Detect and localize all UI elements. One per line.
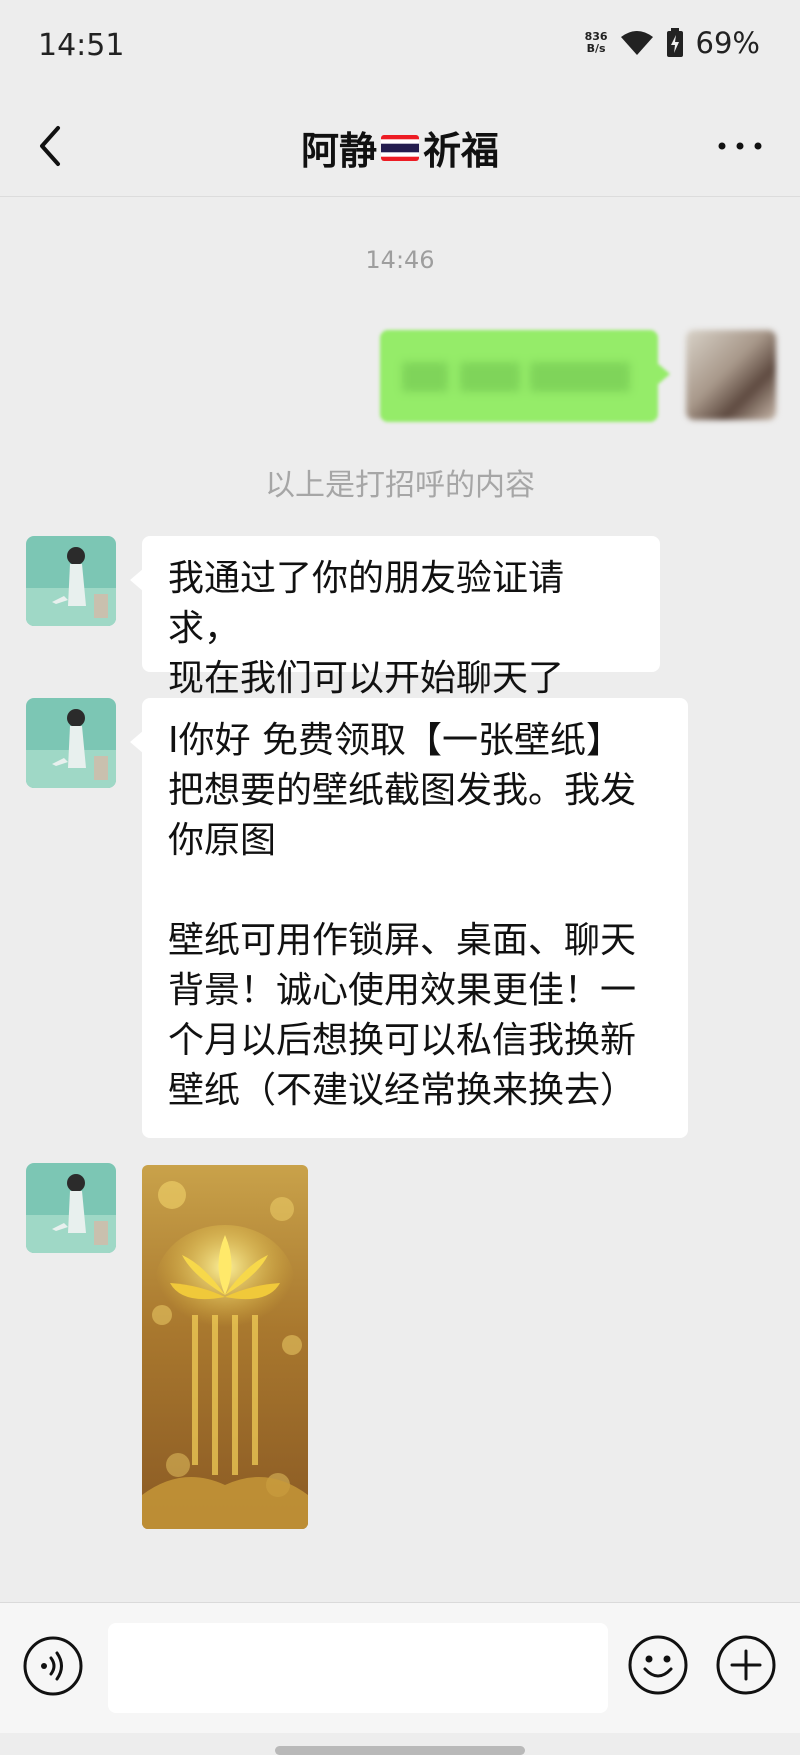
more-options-icon[interactable]: [710, 126, 770, 166]
message-text: 我通过了你的朋友验证请求， 现在我们可以开始聊天了: [168, 558, 565, 699]
my-avatar[interactable]: [686, 330, 776, 420]
status-indicators: 836 B/s 69%: [585, 26, 760, 60]
image-message[interactable]: [142, 1165, 308, 1529]
message-input[interactable]: [108, 1623, 608, 1713]
golden-lotus-wallpaper-icon: [142, 1165, 308, 1529]
chat-title-name: 阿静: [300, 129, 377, 173]
chat-title-suffix: 祈福: [423, 129, 500, 173]
network-speed-unit: B/s: [586, 42, 606, 55]
contact-avatar[interactable]: [26, 698, 116, 788]
status-bar: 14:51 836 B/s 69%: [0, 0, 800, 96]
message-input-bar: [0, 1602, 800, 1733]
plus-icon[interactable]: [714, 1633, 778, 1697]
battery-icon: [666, 28, 683, 57]
chat-header: 阿静 祈福: [0, 96, 800, 197]
system-note: 以上是打招呼的内容: [265, 468, 535, 503]
sent-message-bubble-redacted[interactable]: [380, 330, 670, 422]
emoji-icon[interactable]: [626, 1633, 690, 1697]
contact-avatar[interactable]: [26, 536, 116, 626]
received-message-bubble[interactable]: 我通过了你的朋友验证请求， 现在我们可以开始聊天了: [130, 536, 660, 699]
status-time: 14:51: [38, 28, 125, 63]
message-text: I你好 免费领取【一张壁纸】 把想要的壁纸截图发我。我发 你原图 壁纸可用作锁屏…: [168, 720, 637, 1111]
network-speed: 836 B/s: [585, 31, 608, 55]
received-message-bubble[interactable]: I你好 免费领取【一张壁纸】 把想要的壁纸截图发我。我发 你原图 壁纸可用作锁屏…: [130, 698, 688, 1138]
chat-title: 阿静 祈福: [0, 120, 800, 175]
thailand-flag-icon: [381, 134, 419, 161]
battery-percent: 69%: [695, 26, 760, 60]
wifi-icon: [620, 31, 653, 55]
voice-icon[interactable]: [22, 1635, 84, 1697]
home-indicator[interactable]: [275, 1746, 525, 1755]
message-timestamp: 14:46: [365, 246, 435, 274]
contact-avatar[interactable]: [26, 1163, 116, 1253]
